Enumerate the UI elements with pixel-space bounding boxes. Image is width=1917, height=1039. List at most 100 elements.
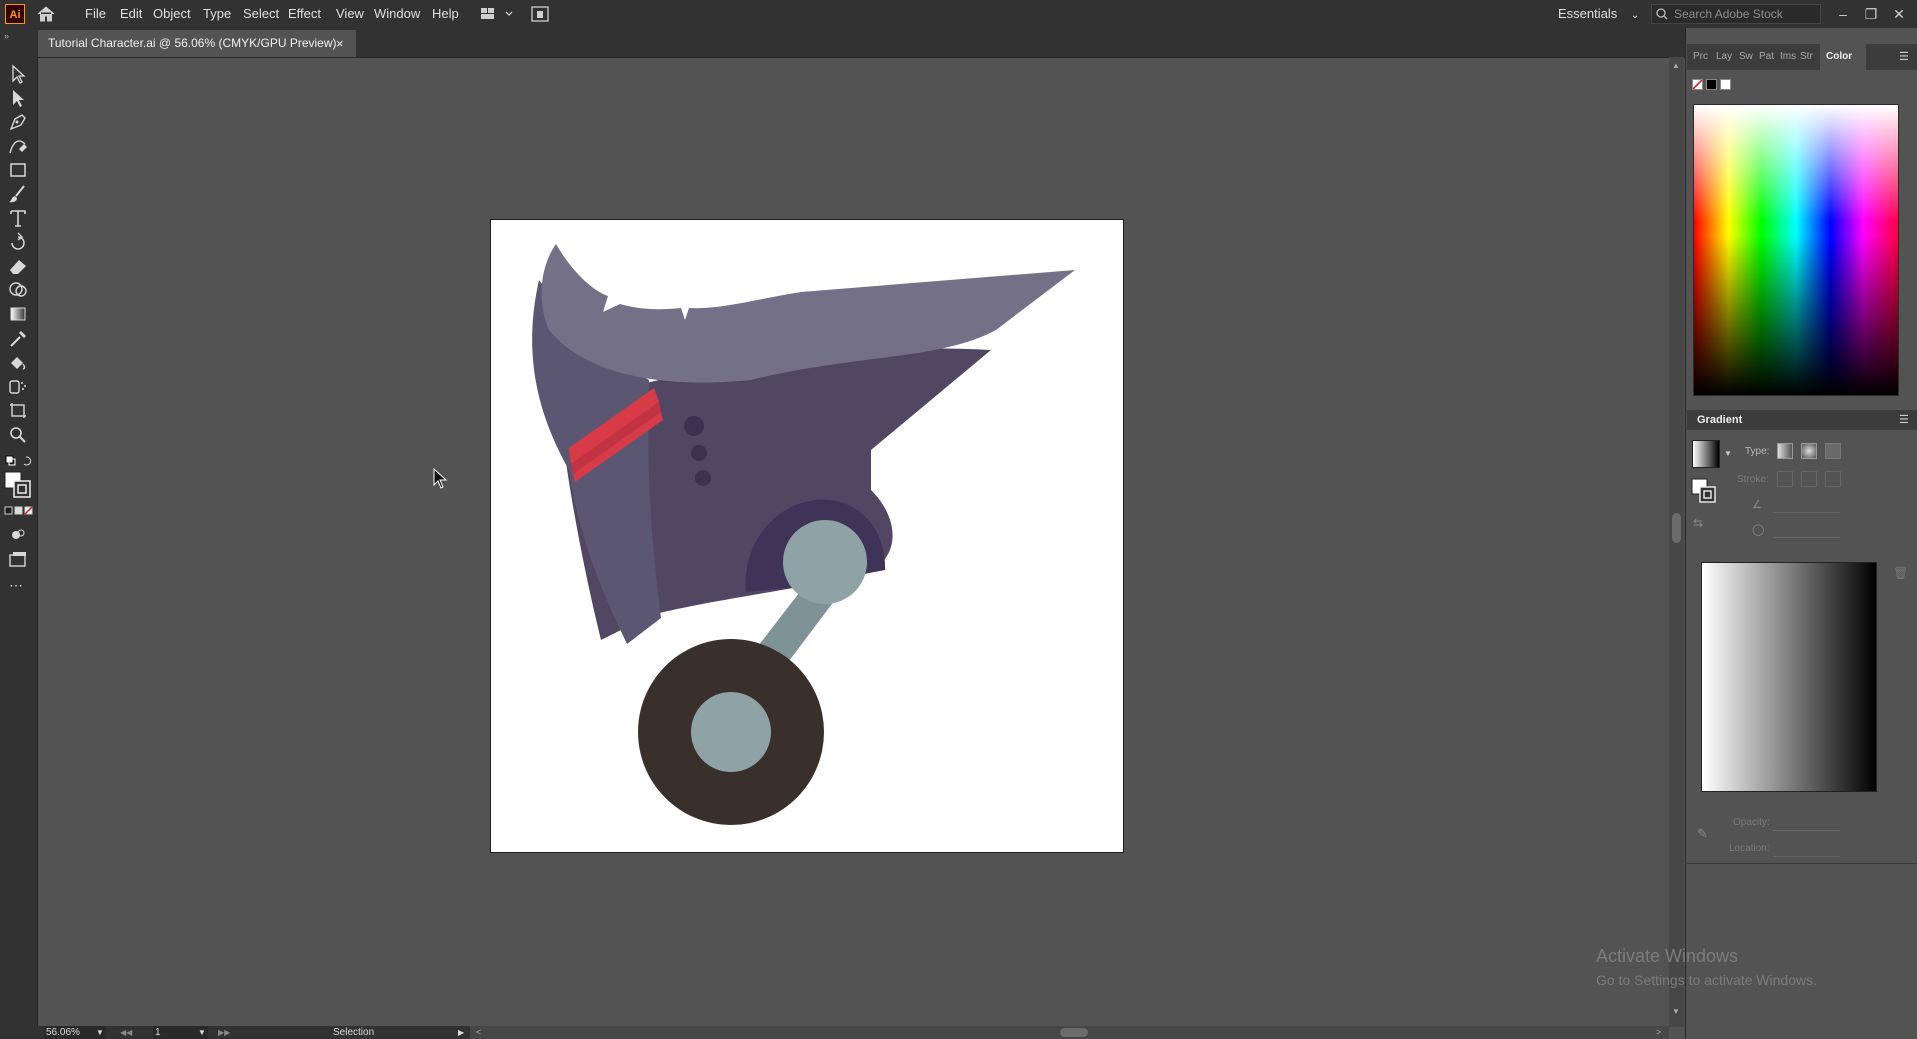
draw-mode-icon[interactable] [6, 524, 30, 546]
gradient-eyedropper-icon[interactable]: ✎ [1697, 826, 1708, 842]
artboard[interactable] [490, 219, 1124, 853]
edit-toolbar-icon[interactable]: ⋯ [9, 577, 23, 594]
type-tool-icon[interactable] [6, 207, 30, 229]
status-tool-name[interactable]: Selection [333, 1026, 374, 1039]
gpu-performance-icon[interactable] [531, 6, 549, 27]
tab-color-label: Color [1826, 51, 1853, 62]
gradient-preset-dropdown-icon[interactable]: ▼ [1724, 449, 1732, 458]
menu-type[interactable]: Type [203, 0, 231, 28]
tab-stroke[interactable]: Str [1800, 44, 1813, 70]
scroll-right-icon[interactable]: > [1656, 1026, 1661, 1039]
menu-view[interactable]: View [336, 0, 364, 28]
live-paint-bucket-icon[interactable] [6, 351, 30, 373]
opacity-field[interactable] [1773, 814, 1840, 831]
art-wheel-hub [691, 692, 771, 772]
aspect-ratio-field[interactable] [1773, 521, 1840, 538]
art-rivet [684, 416, 704, 436]
direct-selection-tool-icon[interactable] [6, 87, 30, 109]
tab-swatches[interactable]: Sw [1739, 44, 1753, 70]
search-placeholder: Search Adobe Stock [1674, 7, 1783, 21]
linear-gradient-button[interactable] [1777, 443, 1793, 459]
activate-windows-title: Activate Windows [1596, 946, 1739, 966]
tab-pathfinder[interactable]: Pat [1759, 44, 1774, 70]
fill-stroke-swatch[interactable] [4, 471, 32, 499]
illustrator-logo: Ai [5, 4, 25, 24]
paintbrush-tool-icon[interactable] [6, 183, 30, 205]
menu-window[interactable]: Window [374, 0, 420, 28]
last-artboard-icon[interactable]: ▶▶ [218, 1026, 230, 1039]
aspect-ratio-icon: ◯ [1752, 524, 1765, 536]
none-swatch[interactable] [1692, 79, 1703, 90]
search-adobe-stock-input[interactable]: Search Adobe Stock [1651, 4, 1821, 24]
gradient-slider[interactable] [1701, 562, 1877, 792]
menu-help[interactable]: Help [432, 0, 459, 28]
freeform-gradient-button[interactable] [1825, 443, 1841, 459]
tab-properties[interactable]: Prc [1693, 44, 1708, 70]
color-mode-icon[interactable] [4, 504, 34, 516]
delete-stop-icon[interactable]: 🗑 [1893, 566, 1908, 580]
radial-gradient-button[interactable] [1801, 443, 1817, 459]
symbol-sprayer-tool-icon[interactable] [6, 375, 30, 397]
restore-button[interactable]: ❐ [1860, 4, 1882, 24]
scroll-left-icon[interactable]: < [476, 1026, 481, 1039]
tab-image-trace[interactable]: Ims [1780, 44, 1796, 70]
scroll-down-icon[interactable]: ▼ [1672, 1007, 1680, 1016]
gradient-tool-icon[interactable] [6, 303, 30, 325]
shape-builder-tool-icon[interactable] [6, 279, 30, 301]
gradient-fill-stroke-icon[interactable] [1691, 478, 1719, 506]
document-tab-title: Tutorial Character.ai @ 56.06% (CMYK/GPU… [48, 36, 337, 50]
panel-tab-bar: Prc Lay Sw Pat Ims Str Color ☰ [1687, 44, 1917, 70]
menu-object[interactable]: Object [153, 0, 191, 28]
gradient-panel-title: Gradient [1697, 414, 1743, 426]
close-tab-button[interactable]: × [336, 30, 344, 57]
scroll-up-icon[interactable]: ▲ [1672, 61, 1680, 70]
screen-mode-icon[interactable] [6, 548, 30, 570]
rotate-tool-icon[interactable] [6, 231, 30, 253]
eyedropper-tool-icon[interactable] [6, 327, 30, 349]
artboard-tool-icon[interactable] [6, 399, 30, 421]
home-icon[interactable] [36, 5, 56, 28]
close-window-button[interactable]: ✕ [1888, 4, 1910, 24]
horizontal-scroll-thumb[interactable] [1060, 1028, 1088, 1037]
menu-edit[interactable]: Edit [120, 0, 142, 28]
eraser-tool-icon[interactable] [6, 255, 30, 277]
stroke-along-button[interactable] [1801, 471, 1817, 487]
first-artboard-icon[interactable]: ◀◀ [120, 1026, 132, 1039]
location-field[interactable] [1773, 840, 1840, 857]
black-swatch[interactable] [1706, 79, 1717, 90]
collapse-toolbar-icon[interactable]: » [4, 31, 9, 41]
gradient-swatch-preview[interactable] [1692, 440, 1720, 468]
arrange-documents-icon[interactable] [480, 6, 514, 27]
white-swatch[interactable] [1720, 79, 1731, 90]
tab-color[interactable]: Color [1820, 44, 1866, 70]
vertical-scroll-thumb[interactable] [1672, 513, 1681, 543]
workspace-switcher[interactable]: Essentials ⌄ [1558, 0, 1639, 28]
zoom-dropdown-icon[interactable]: ▼ [96, 1026, 104, 1039]
rectangle-tool-icon[interactable] [6, 159, 30, 181]
reverse-gradient-icon[interactable]: ⇆ [1693, 516, 1703, 530]
artboard-dropdown-icon[interactable]: ▼ [198, 1026, 206, 1039]
vertical-scrollbar[interactable]: ▲ ▼ [1669, 57, 1684, 1027]
color-spectrum[interactable] [1693, 104, 1899, 396]
pen-tool-icon[interactable] [6, 111, 30, 133]
selection-tool-icon[interactable] [6, 63, 30, 85]
stroke-within-button[interactable] [1777, 471, 1793, 487]
menu-file[interactable]: File [85, 0, 106, 28]
curvature-tool-icon[interactable] [6, 135, 30, 157]
angle-field[interactable] [1773, 496, 1840, 513]
panel-menu-icon[interactable]: ☰ [1899, 50, 1909, 63]
panel-divider [1687, 863, 1917, 864]
angle-icon: ∠ [1752, 499, 1762, 511]
minimize-button[interactable]: – [1832, 4, 1854, 24]
tab-layers[interactable]: Lay [1716, 44, 1732, 70]
default-fill-stroke-icon[interactable] [4, 454, 34, 468]
menu-effect[interactable]: Effect [288, 0, 321, 28]
gradient-panel-menu-icon[interactable]: ☰ [1899, 413, 1909, 426]
status-menu-icon[interactable]: ▶ [458, 1026, 464, 1039]
menu-select[interactable]: Select [243, 0, 279, 28]
art-top-cap [541, 244, 1075, 383]
horizontal-scrollbar[interactable]: < > [470, 1026, 1669, 1039]
stroke-across-button[interactable] [1825, 471, 1841, 487]
document-tab[interactable]: Tutorial Character.ai @ 56.06% (CMYK/GPU… [38, 30, 356, 57]
zoom-tool-icon[interactable] [6, 423, 30, 445]
